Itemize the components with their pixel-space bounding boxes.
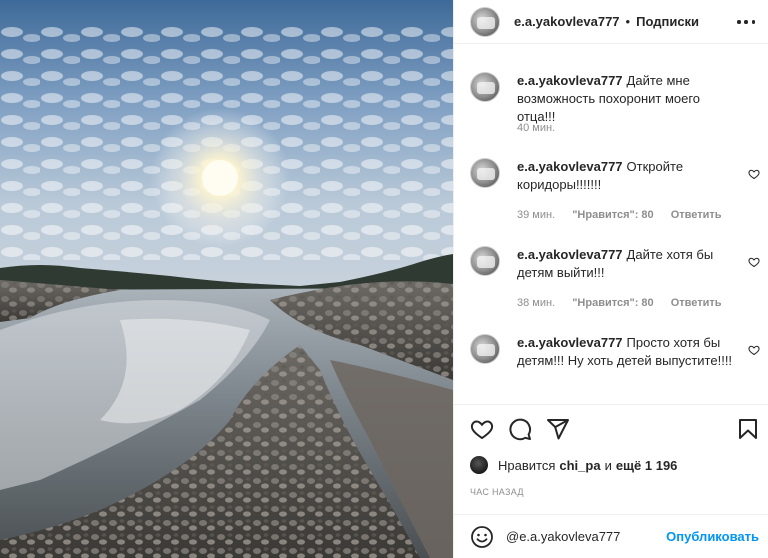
comment-meta: 38 мин. "Нравится": 80 Ответить bbox=[517, 297, 736, 309]
bookmark-icon[interactable] bbox=[736, 417, 760, 441]
comment-like-icon[interactable] bbox=[748, 256, 760, 268]
reply-button[interactable]: Ответить bbox=[671, 209, 722, 221]
comment-like-icon[interactable] bbox=[748, 168, 760, 180]
comment-username[interactable]: e.a.yakovleva777 bbox=[517, 335, 623, 350]
header-separator: • bbox=[625, 14, 631, 29]
comment-input[interactable] bbox=[506, 529, 666, 544]
comment-likes[interactable]: "Нравится": 80 bbox=[572, 297, 653, 309]
comment-body: e.a.yakovleva777 Откройте коридоры!!!!!!! bbox=[517, 158, 737, 194]
post-panel: e.a.yakovleva777 • Подписки e.a.yakovlev… bbox=[453, 0, 768, 558]
post-photo[interactable] bbox=[0, 0, 453, 558]
send-icon[interactable] bbox=[546, 417, 570, 441]
comment-body: e.a.yakovleva777 Просто хотя бы детям!!! … bbox=[517, 334, 737, 370]
more-icon[interactable] bbox=[737, 13, 755, 31]
comments-list[interactable]: e.a.yakovleva777 Дайте мне возможность по… bbox=[454, 44, 768, 404]
likes-count[interactable]: ещё 1 196 bbox=[616, 458, 678, 473]
comment-time: 38 мин. bbox=[517, 297, 556, 309]
comment-username[interactable]: e.a.yakovleva777 bbox=[517, 247, 623, 262]
comment-avatar[interactable] bbox=[470, 246, 500, 276]
add-comment-box: Опубликовать bbox=[454, 514, 768, 558]
likes-prefix: Нравится bbox=[498, 457, 556, 473]
river-landscape-image bbox=[0, 0, 453, 558]
comment-username[interactable]: e.a.yakovleva777 bbox=[517, 159, 623, 174]
comment-icon[interactable] bbox=[508, 417, 532, 441]
likes-conj: и bbox=[604, 457, 612, 473]
comment-avatar[interactable] bbox=[470, 72, 500, 102]
liker-avatar[interactable] bbox=[470, 456, 488, 474]
heart-icon[interactable] bbox=[470, 417, 494, 441]
publish-button[interactable]: Опубликовать bbox=[666, 529, 759, 544]
comment-meta: 39 мин. "Нравится": 80 Ответить bbox=[517, 209, 736, 221]
comment-avatar[interactable] bbox=[470, 334, 500, 364]
comment-like-icon[interactable] bbox=[748, 344, 760, 356]
comment-time: 40 мин. bbox=[517, 122, 556, 134]
author-username[interactable]: e.a.yakovleva777 bbox=[514, 14, 620, 29]
comment-username[interactable]: e.a.yakovleva777 bbox=[517, 73, 623, 88]
emoji-icon[interactable] bbox=[470, 525, 494, 549]
post-header: e.a.yakovleva777 • Подписки bbox=[454, 0, 768, 44]
comment-meta: 40 мин. bbox=[517, 122, 569, 134]
comment-body: e.a.yakovleva777 Дайте мне возможность по… bbox=[517, 72, 737, 126]
post-timestamp[interactable]: час назад bbox=[470, 487, 524, 497]
author-avatar[interactable] bbox=[470, 6, 500, 37]
comment-body: e.a.yakovleva777 Дайте хотя бы детям выйт… bbox=[517, 246, 737, 282]
liker-username[interactable]: chi_pa bbox=[559, 458, 600, 473]
reply-button[interactable]: Ответить bbox=[671, 297, 722, 309]
action-bar bbox=[454, 404, 768, 452]
following-button[interactable]: Подписки bbox=[636, 14, 699, 29]
comment-time: 39 мин. bbox=[517, 209, 556, 221]
comment-likes[interactable]: "Нравится": 80 bbox=[572, 209, 653, 221]
likes-summary: Нравится chi_pa и ещё 1 196 bbox=[470, 455, 681, 475]
comment-avatar[interactable] bbox=[470, 158, 500, 188]
